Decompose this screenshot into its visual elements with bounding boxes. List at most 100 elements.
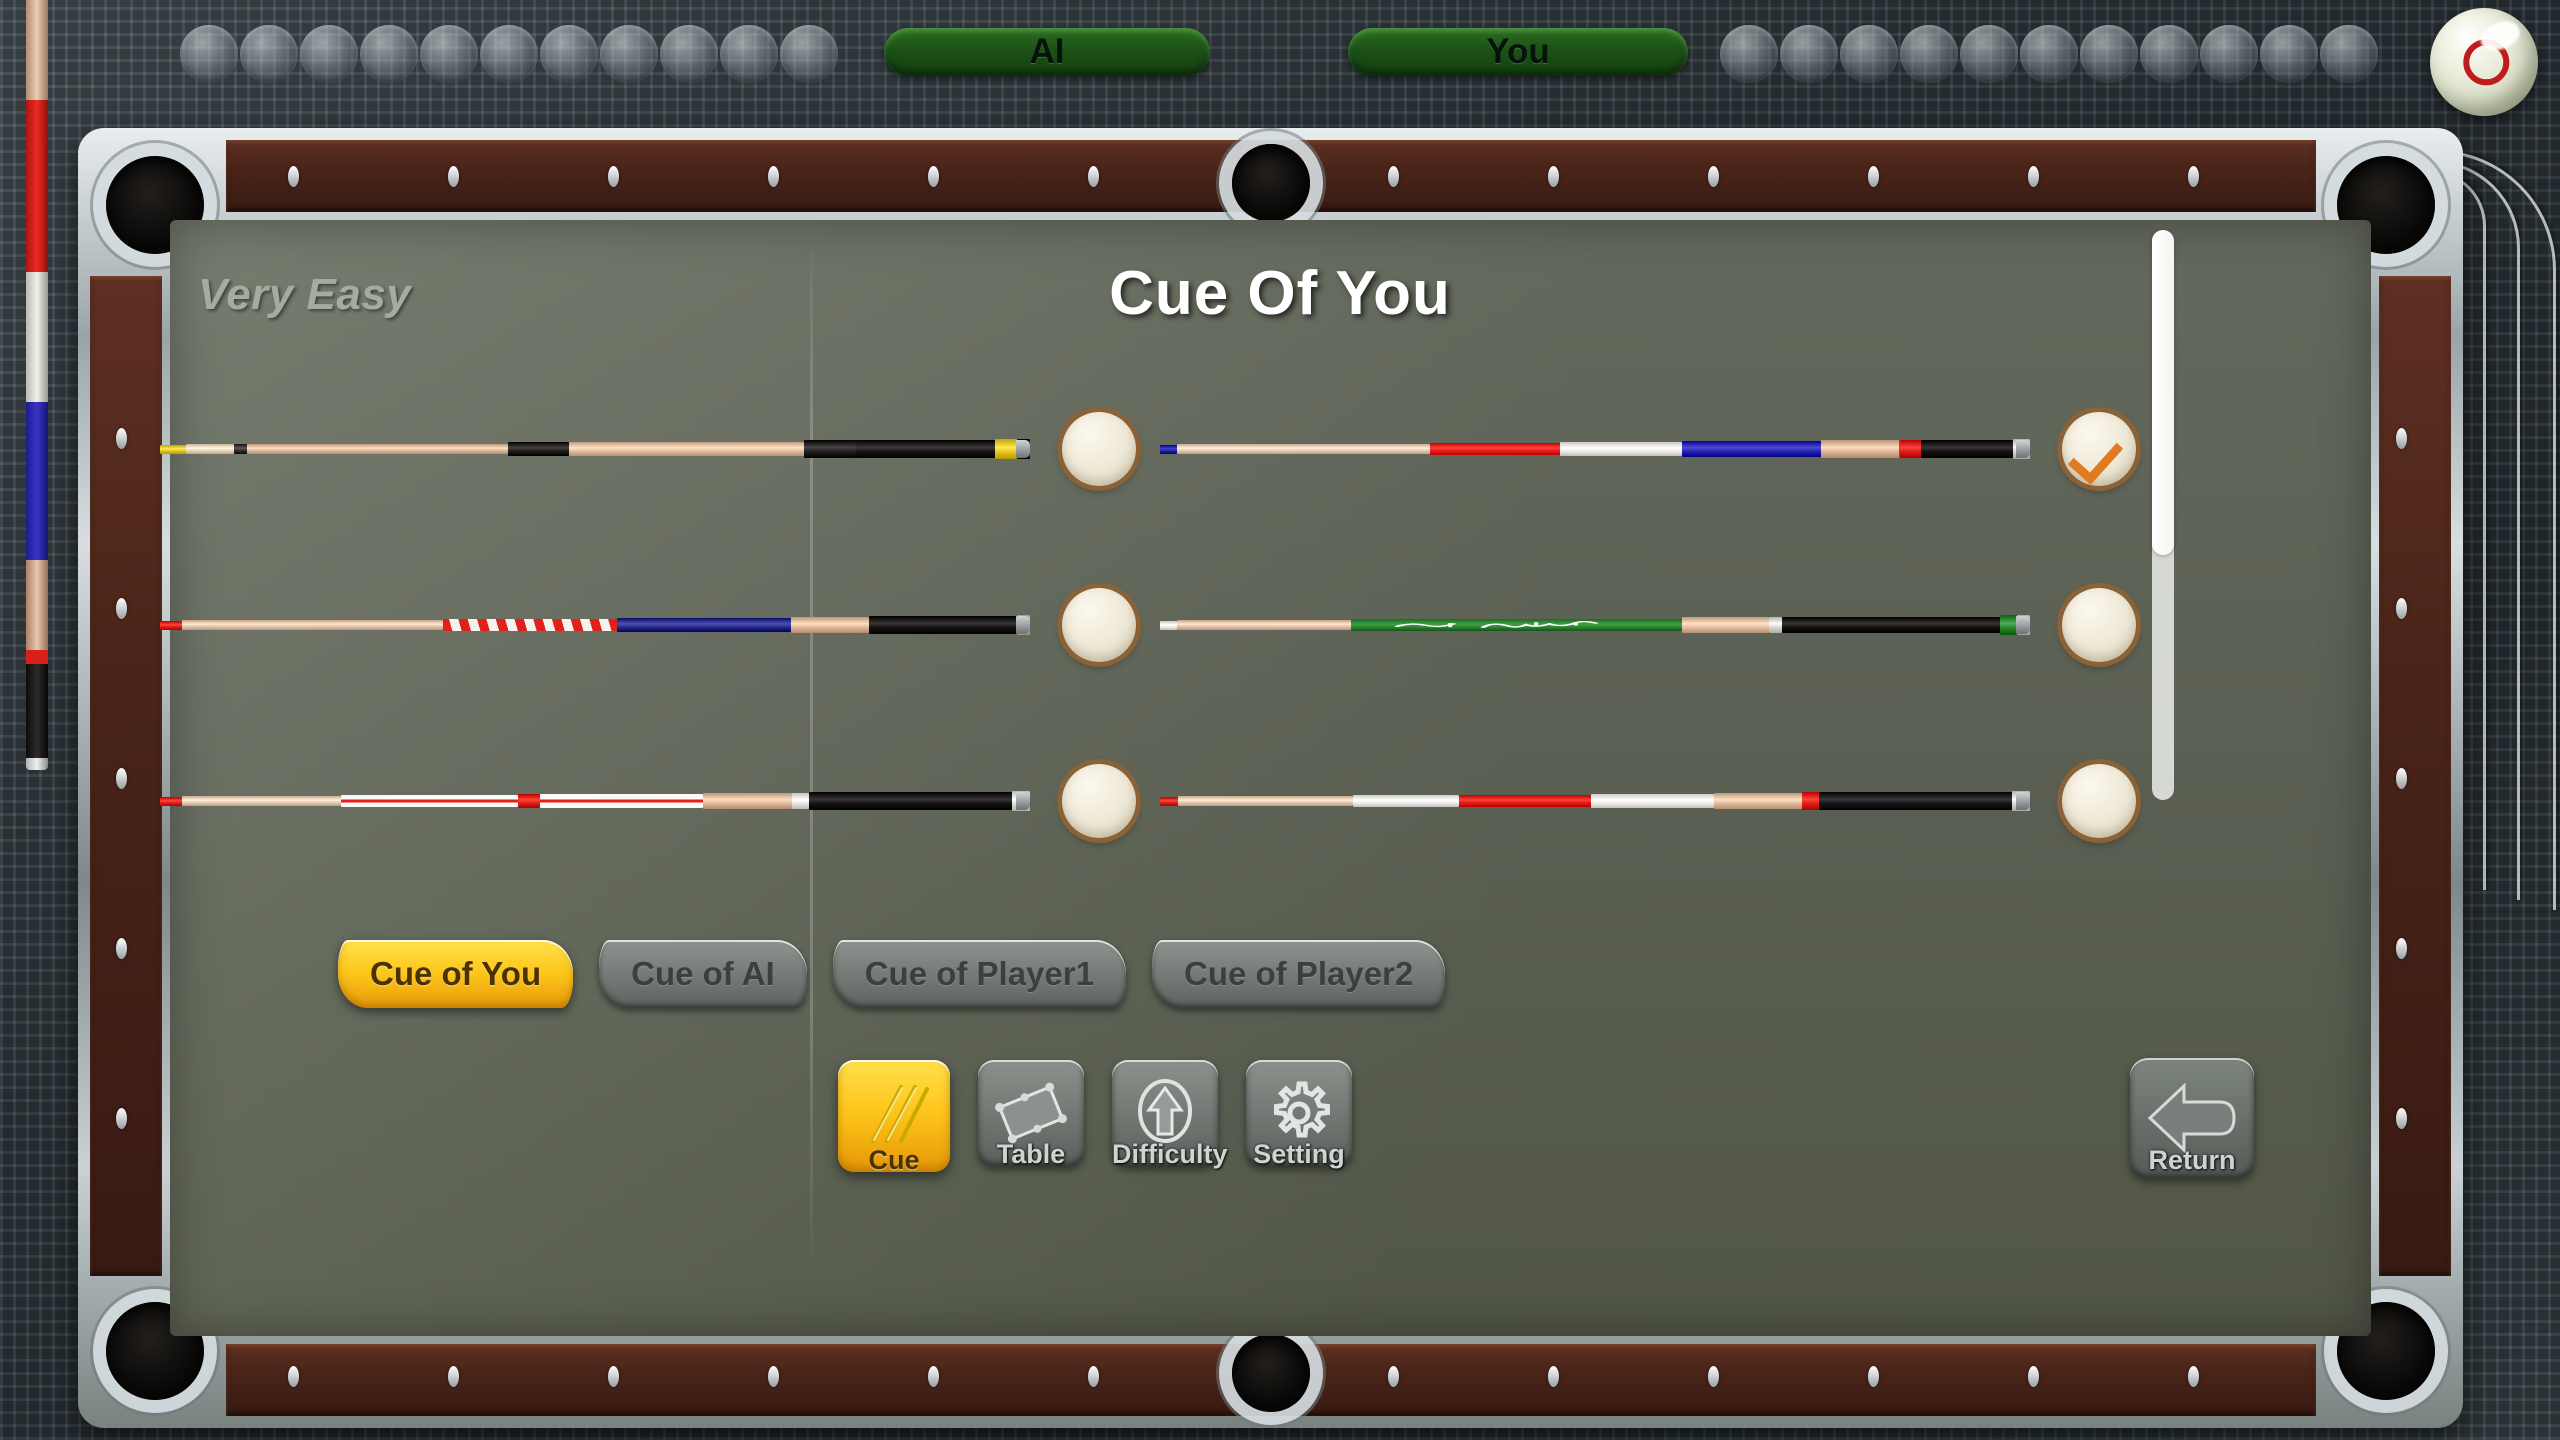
you-player-label[interactable]: You <box>1348 28 1688 76</box>
cue-segment <box>1160 444 1178 454</box>
cue-butt-cap <box>1016 616 1030 634</box>
cue-segment <box>160 620 182 630</box>
socket-12 <box>1780 25 1838 83</box>
socket-4 <box>420 25 478 83</box>
rail-right <box>2379 276 2451 1276</box>
cue-stick-cue-usa[interactable] <box>160 614 1030 636</box>
tab-cue-of-you[interactable]: Cue of You <box>338 940 574 1008</box>
cue-segment <box>1821 440 1900 458</box>
socket-15 <box>1960 25 2018 83</box>
cue-segment <box>791 792 810 810</box>
cue-segment <box>182 796 342 806</box>
socket-21 <box>2320 25 2378 83</box>
cue-butt-cap <box>2016 440 2030 458</box>
cue-stick-cue-france[interactable] <box>1160 438 2030 460</box>
cue-item[interactable] <box>150 712 1140 888</box>
cue-item[interactable] <box>1150 712 2140 888</box>
diamond-t9 <box>1868 166 1879 187</box>
cue-butt-cap <box>1016 792 1030 810</box>
cue-segment <box>181 620 443 630</box>
cue-segment <box>856 440 996 458</box>
socket-20 <box>2260 25 2318 83</box>
diamond-t10 <box>2028 166 2039 187</box>
return-button[interactable]: Return <box>2130 1058 2254 1178</box>
cue-segment <box>233 444 247 454</box>
cue-segment <box>341 795 518 807</box>
socket-3 <box>360 25 418 83</box>
diamond-l1 <box>116 598 127 619</box>
cue-stick-cue-peru[interactable] <box>1160 790 2030 812</box>
diamond-t11 <box>2188 166 2199 187</box>
socket-10 <box>780 25 838 83</box>
socket-19 <box>2200 25 2258 83</box>
cue-segment <box>442 618 617 632</box>
cue-butt-cap <box>2016 792 2030 810</box>
diamond-b1 <box>448 1366 459 1387</box>
cue-item[interactable] <box>150 360 1140 536</box>
cue-item[interactable] <box>1150 536 2140 712</box>
cue-segment <box>1160 796 1178 806</box>
socket-11 <box>1720 25 1778 83</box>
diamond-l3 <box>116 938 127 959</box>
top-bar: AI You <box>0 0 2560 116</box>
cue-select-button[interactable] <box>1062 588 1136 662</box>
cue-segment <box>1177 796 1354 806</box>
cue-row <box>150 712 2136 888</box>
cue-list-scrollbar[interactable] <box>2152 230 2174 800</box>
cue-segment <box>703 793 792 809</box>
diamond-r4 <box>2396 1108 2407 1129</box>
diamond-r0 <box>2396 428 2407 449</box>
socket-16 <box>2020 25 2078 83</box>
nav-setting[interactable]: Setting <box>1246 1060 1352 1169</box>
cue-selected-indicator[interactable] <box>2062 412 2136 486</box>
tab-label: Cue of Player2 <box>1183 955 1414 992</box>
diamond-t2 <box>608 166 619 187</box>
page-title: Cue Of You <box>1109 259 1451 328</box>
cue-segment <box>539 794 704 808</box>
cue-select-button[interactable] <box>2062 764 2136 838</box>
cue-stick-cue-wood-classic[interactable] <box>160 438 1030 460</box>
cue-segment <box>1769 616 1783 634</box>
cue-ball-icon[interactable] <box>2430 8 2538 116</box>
return-label: Return <box>2148 1145 2236 1175</box>
cue-item[interactable] <box>150 536 1140 712</box>
diamond-b2 <box>608 1366 619 1387</box>
bottom-nav: Cue Table Difficulty Setting <box>838 1060 1352 1175</box>
cue-segment <box>247 443 508 455</box>
socket-18 <box>2140 25 2198 83</box>
nav-label: Setting <box>1253 1139 1345 1169</box>
ai-player-label[interactable]: AI <box>884 28 1210 76</box>
cue-item[interactable] <box>1150 360 2140 536</box>
tab-cue-of-player1[interactable]: Cue of Player1 <box>832 940 1126 1008</box>
tab-label: Cue of Player1 <box>864 955 1094 992</box>
cue-segment <box>869 616 1017 634</box>
diamond-t4 <box>928 166 939 187</box>
cue-segment <box>790 616 870 634</box>
scrollbar-thumb[interactable] <box>2152 230 2174 555</box>
diamond-t6 <box>1388 166 1399 187</box>
cue-stick-cue-england[interactable] <box>160 790 1030 812</box>
socket-2 <box>300 25 358 83</box>
cue-select-button[interactable] <box>1062 764 1136 838</box>
tab-cue-of-player2[interactable]: Cue of Player2 <box>1151 940 1446 1008</box>
cue-owner-tabs: Cue of You Cue of AI Cue of Player1 Cue of … <box>338 940 1446 1008</box>
diamond-b0 <box>288 1366 299 1387</box>
cue-stick-cue-saudi[interactable] <box>1160 614 2030 636</box>
nav-table[interactable]: Table <box>978 1060 1084 1169</box>
cue-segment <box>1353 795 1459 807</box>
cue-select-button[interactable] <box>2062 588 2136 662</box>
cue-segment <box>1160 620 1178 630</box>
diamond-b8 <box>1708 1366 1719 1387</box>
cue-segment <box>1682 441 1822 457</box>
cue-segment <box>568 441 804 457</box>
cue-list <box>150 360 2136 888</box>
nav-difficulty[interactable]: Difficulty <box>1112 1060 1228 1169</box>
ai-label-text: AI <box>1029 32 1065 71</box>
diamond-b10 <box>2028 1366 2039 1387</box>
cue-segment <box>809 792 1013 810</box>
nav-label: Cue <box>868 1145 920 1175</box>
cue-select-button[interactable] <box>1062 412 1136 486</box>
cue-segment <box>1713 793 1802 809</box>
nav-cue[interactable]: Cue <box>838 1060 950 1175</box>
tab-cue-of-ai[interactable]: Cue of AI <box>599 940 807 1008</box>
